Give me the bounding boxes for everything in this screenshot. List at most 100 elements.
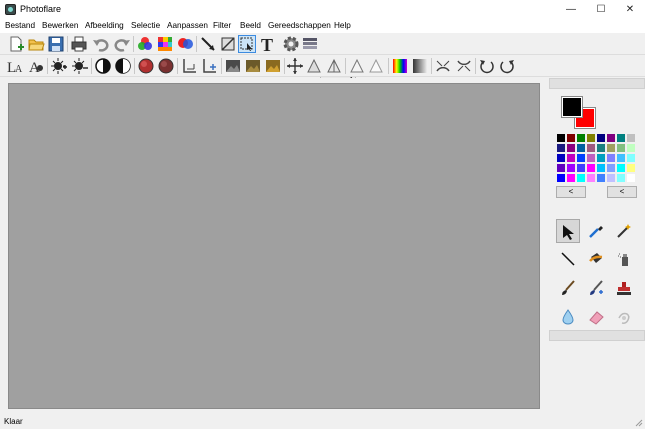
undo-icon[interactable] bbox=[92, 35, 110, 53]
saturation-up-icon[interactable] bbox=[137, 57, 155, 75]
minimize-button[interactable]: — bbox=[556, 0, 586, 19]
contrast-down-icon[interactable] bbox=[114, 57, 132, 75]
close-button[interactable]: ✕ bbox=[615, 0, 645, 19]
palette-swatch[interactable] bbox=[566, 173, 576, 183]
menu-afbeelding[interactable]: Afbeelding bbox=[85, 21, 124, 30]
palette-swatch[interactable] bbox=[556, 133, 566, 143]
line-arrow-icon[interactable] bbox=[199, 35, 217, 53]
flip-horizontal-icon[interactable] bbox=[434, 57, 452, 75]
text-icon[interactable]: T bbox=[259, 35, 277, 55]
line-tool[interactable] bbox=[556, 247, 580, 271]
palette-swatch[interactable] bbox=[616, 153, 626, 163]
paint-bucket-tool[interactable] bbox=[584, 247, 608, 271]
move-icon[interactable] bbox=[286, 57, 304, 75]
palette-swatch[interactable] bbox=[606, 143, 616, 153]
palette-swatch[interactable] bbox=[576, 143, 586, 153]
smudge-tool[interactable] bbox=[612, 305, 636, 329]
pointer-tool[interactable] bbox=[556, 219, 580, 243]
menu-aanpassen[interactable]: Aanpassen bbox=[167, 21, 208, 30]
palette-swatch[interactable] bbox=[556, 143, 566, 153]
palette-swatch[interactable] bbox=[586, 153, 596, 163]
align-left-down-icon[interactable] bbox=[201, 57, 219, 75]
rotate-left-icon[interactable] bbox=[478, 57, 496, 75]
menu-bestand[interactable]: Bestand bbox=[5, 21, 35, 30]
gear-icon[interactable] bbox=[282, 35, 300, 53]
palette-swatch[interactable] bbox=[606, 133, 616, 143]
palette-swatch[interactable] bbox=[626, 153, 636, 163]
eyedropper-tool[interactable] bbox=[584, 219, 608, 243]
palette-swatch[interactable] bbox=[566, 153, 576, 163]
contrast-up-icon[interactable] bbox=[94, 57, 112, 75]
menu-help[interactable]: Help bbox=[334, 21, 351, 30]
rotate-right-icon[interactable] bbox=[498, 57, 516, 75]
palette-swatch[interactable] bbox=[606, 163, 616, 173]
palette-swatch[interactable] bbox=[596, 173, 606, 183]
menu-selectie[interactable]: Selectie bbox=[131, 21, 160, 30]
palette-swatch[interactable] bbox=[606, 153, 616, 163]
spray-tool[interactable] bbox=[612, 247, 636, 271]
crop-icon[interactable] bbox=[219, 35, 237, 53]
palette-swatch[interactable] bbox=[586, 133, 596, 143]
new-file-icon[interactable] bbox=[7, 35, 25, 53]
redo-icon[interactable] bbox=[113, 35, 131, 53]
palette-swatch[interactable] bbox=[616, 143, 626, 153]
palette-swatch[interactable] bbox=[616, 133, 626, 143]
image-canvas[interactable] bbox=[8, 83, 540, 409]
palette-swatch[interactable] bbox=[596, 133, 606, 143]
palette-swatch[interactable] bbox=[566, 143, 576, 153]
color-mix-icon[interactable] bbox=[136, 35, 154, 53]
gradient-color-icon[interactable] bbox=[391, 57, 409, 75]
color-grid-icon[interactable] bbox=[156, 35, 174, 53]
magic-wand-tool[interactable] bbox=[612, 219, 636, 243]
brightness-down-icon[interactable] bbox=[71, 57, 89, 75]
palette-swatch[interactable] bbox=[616, 173, 626, 183]
palette-next-button[interactable]: < bbox=[607, 186, 637, 198]
palette-swatch[interactable] bbox=[626, 173, 636, 183]
dock-handle-top[interactable] bbox=[549, 78, 645, 89]
flip-vertical-icon[interactable] bbox=[455, 57, 473, 75]
palette-swatch[interactable] bbox=[626, 143, 636, 153]
eraser-tool[interactable] bbox=[584, 305, 608, 329]
palette-swatch[interactable] bbox=[566, 163, 576, 173]
palette-swatch[interactable] bbox=[576, 173, 586, 183]
triangle-split-icon[interactable] bbox=[325, 57, 343, 75]
rgb-circles-icon[interactable] bbox=[176, 35, 194, 53]
landscape-mid-icon[interactable] bbox=[244, 57, 262, 75]
palette-swatch[interactable] bbox=[556, 153, 566, 163]
palette-swatch[interactable] bbox=[576, 163, 586, 173]
palette-swatch[interactable] bbox=[586, 173, 596, 183]
palette-swatch[interactable] bbox=[556, 173, 566, 183]
palette-swatch[interactable] bbox=[626, 163, 636, 173]
align-left-up-icon[interactable] bbox=[181, 57, 199, 75]
palette-swatch[interactable] bbox=[596, 163, 606, 173]
palette-swatch[interactable] bbox=[596, 153, 606, 163]
drop-tool[interactable] bbox=[556, 305, 580, 329]
palette-swatch[interactable] bbox=[596, 143, 606, 153]
palette-swatch[interactable] bbox=[566, 133, 576, 143]
brush-plus-tool[interactable] bbox=[584, 276, 608, 300]
layers-icon[interactable] bbox=[301, 35, 319, 53]
font-icon[interactable]: A bbox=[27, 57, 45, 76]
brightness-up-icon[interactable] bbox=[50, 57, 68, 75]
palette-prev-button[interactable]: < bbox=[556, 186, 586, 198]
text-size-icon[interactable]: LA bbox=[6, 57, 24, 76]
palette-swatch[interactable] bbox=[576, 153, 586, 163]
palette-swatch[interactable] bbox=[626, 133, 636, 143]
open-folder-icon[interactable] bbox=[27, 35, 45, 53]
triangle-empty-icon[interactable] bbox=[348, 57, 366, 75]
palette-swatch[interactable] bbox=[606, 173, 616, 183]
menu-beeld[interactable]: Beeld bbox=[240, 21, 261, 30]
dock-handle-bottom[interactable] bbox=[549, 330, 645, 341]
landscape-light-icon[interactable] bbox=[264, 57, 282, 75]
palette-swatch[interactable] bbox=[556, 163, 566, 173]
palette-swatch[interactable] bbox=[616, 163, 626, 173]
saturation-down-icon[interactable] bbox=[157, 57, 175, 75]
resize-grip-icon[interactable] bbox=[635, 419, 643, 427]
palette-swatch[interactable] bbox=[576, 133, 586, 143]
gradient-gray-icon[interactable] bbox=[411, 57, 429, 75]
select-rect-icon[interactable] bbox=[238, 35, 256, 53]
menu-bewerken[interactable]: Bewerken bbox=[42, 21, 78, 30]
landscape-dark-icon[interactable] bbox=[224, 57, 242, 75]
print-icon[interactable] bbox=[70, 35, 88, 53]
menu-filter[interactable]: Filter bbox=[213, 21, 231, 30]
